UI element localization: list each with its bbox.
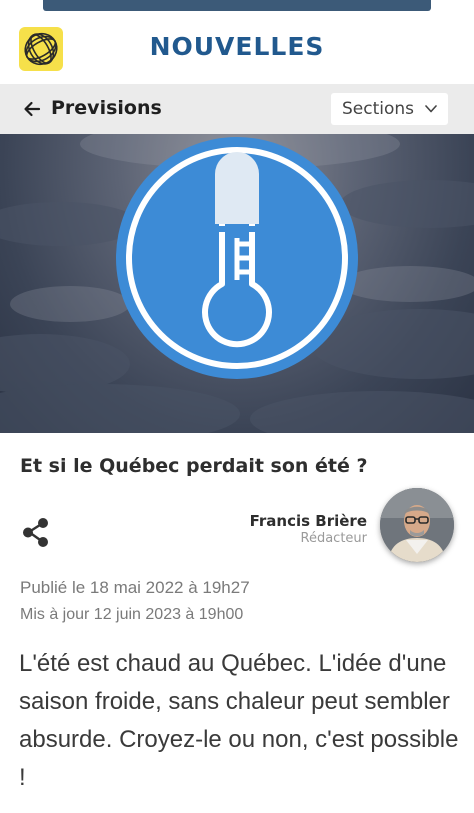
hero-image: [0, 134, 474, 433]
brand-title[interactable]: NOUVELLES: [0, 32, 474, 61]
author-name[interactable]: Francis Brière: [250, 512, 367, 530]
article-lede: L'été est chaud au Québec. L'idée d'une …: [19, 650, 459, 791]
author-role: Rédacteur: [300, 531, 368, 546]
author-avatar[interactable]: [380, 488, 454, 562]
arrow-left-icon: [24, 101, 41, 117]
top-app-bar: NOUVELLES: [0, 0, 474, 84]
thermometer-icon: [116, 137, 358, 379]
share-icon[interactable]: [21, 517, 51, 548]
back-button[interactable]: Previsions: [0, 84, 200, 134]
back-label: Previsions: [51, 97, 162, 119]
section-nav-bar: Previsions Sections: [0, 84, 474, 134]
article-title: Et si le Québec perdait son été ?: [20, 455, 368, 477]
top-strip: [43, 0, 431, 11]
updated-date: Mis à jour 12 juin 2023 à 19h00: [20, 606, 244, 623]
chevron-down-icon: [425, 105, 437, 113]
sections-label: Sections: [342, 99, 415, 119]
published-date: Publié le 18 mai 2022 à 19h27: [20, 578, 250, 597]
sections-dropdown[interactable]: Sections: [331, 93, 448, 125]
